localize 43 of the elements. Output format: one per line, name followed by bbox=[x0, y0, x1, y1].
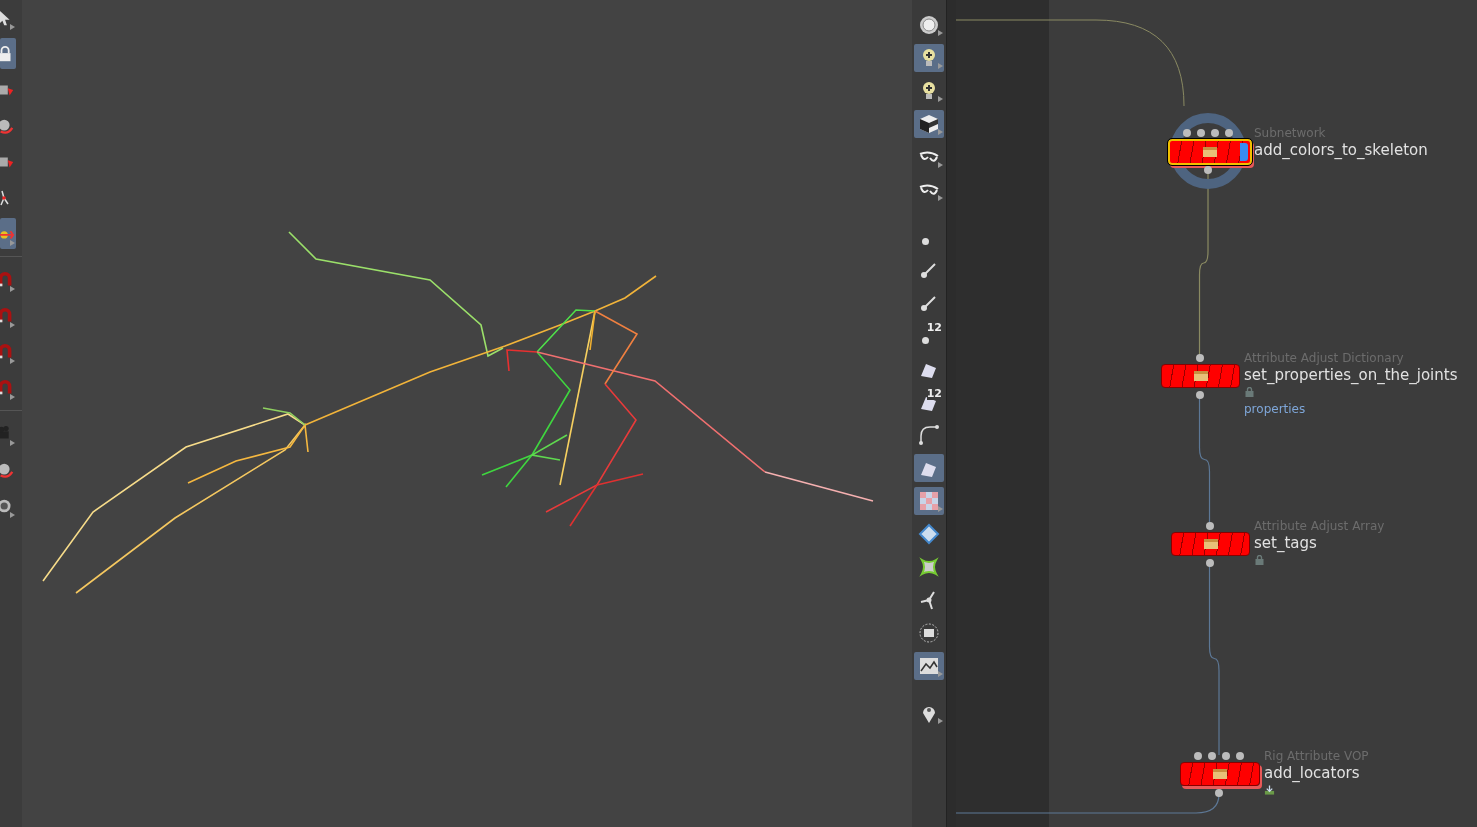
circle-icon bbox=[918, 622, 940, 644]
output-port[interactable] bbox=[1204, 166, 1212, 174]
input-port[interactable] bbox=[1205, 522, 1214, 530]
input-port[interactable] bbox=[1194, 752, 1202, 760]
tool-button[interactable]: 12 bbox=[914, 388, 944, 416]
input-port[interactable] bbox=[1197, 129, 1205, 137]
output-port[interactable] bbox=[1205, 559, 1214, 567]
dot-icon bbox=[921, 237, 929, 245]
tool-number: 12 bbox=[926, 322, 942, 334]
tool-button[interactable]: 12 bbox=[914, 322, 944, 350]
node-name: add_locators bbox=[1264, 763, 1360, 783]
checker-icon bbox=[918, 490, 940, 512]
node-tile[interactable] bbox=[1171, 532, 1250, 556]
input-port[interactable] bbox=[1222, 752, 1230, 760]
output-port[interactable] bbox=[1215, 789, 1223, 797]
input-port[interactable] bbox=[1208, 752, 1216, 760]
node-type-icon bbox=[1202, 145, 1218, 159]
dial-icon bbox=[918, 14, 940, 36]
curve-icon bbox=[918, 424, 940, 446]
node-type-icon bbox=[1212, 767, 1228, 781]
tool-button[interactable] bbox=[914, 110, 944, 138]
properties-link[interactable]: properties bbox=[1244, 402, 1306, 416]
node-name: set_properties_on_the_joints bbox=[1244, 365, 1458, 385]
tool-button[interactable] bbox=[914, 44, 944, 72]
input-port[interactable] bbox=[1236, 752, 1244, 760]
input-port[interactable] bbox=[1211, 129, 1219, 137]
landscape-icon bbox=[918, 655, 940, 677]
node-type-icon bbox=[1192, 369, 1209, 383]
shape-icon bbox=[918, 556, 940, 578]
node-type-icon bbox=[1202, 537, 1219, 551]
input-port[interactable] bbox=[1195, 354, 1204, 362]
input-port[interactable] bbox=[1183, 129, 1191, 137]
diamond-icon bbox=[918, 523, 940, 545]
tool-number: 12 bbox=[926, 388, 942, 400]
checker-cube-icon bbox=[918, 113, 940, 135]
skeleton-icon bbox=[0, 189, 10, 206]
node-tile[interactable] bbox=[1180, 762, 1260, 786]
output-port[interactable] bbox=[1195, 391, 1204, 399]
tool-button[interactable] bbox=[914, 652, 944, 680]
input-port[interactable] bbox=[1225, 129, 1233, 137]
node-name: add_colors_to_skeleton bbox=[1254, 140, 1428, 160]
node-tile[interactable] bbox=[1161, 364, 1240, 388]
node-name: set_tags bbox=[1254, 533, 1317, 553]
